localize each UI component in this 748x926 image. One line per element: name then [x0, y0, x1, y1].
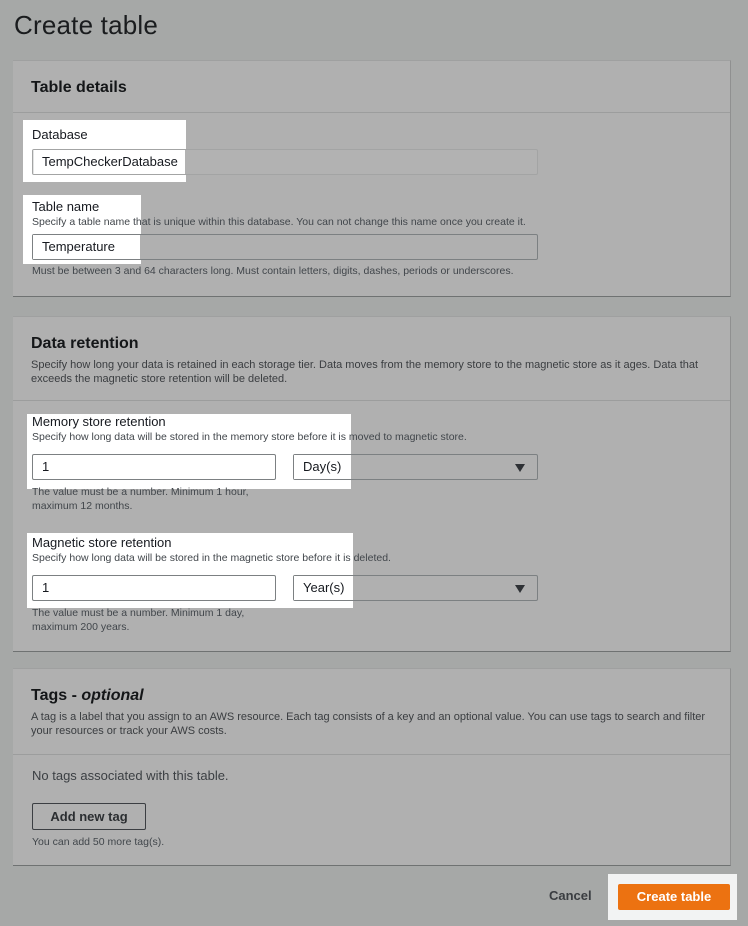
tags-title-text: Tags - — [31, 687, 82, 704]
tags-empty-text: No tags associated with this table. — [32, 768, 229, 783]
table-name-value: Temperature — [42, 239, 115, 254]
tags-description: A tag is a label that you assign to an A… — [31, 711, 706, 737]
caret-down-icon — [515, 585, 525, 593]
magnetic-store-label: Magnetic store retention — [32, 535, 172, 550]
memory-store-hint-line2: maximum 12 months. — [32, 500, 133, 512]
magnetic-store-value-input[interactable]: 1 — [32, 575, 276, 601]
data-retention-title: Data retention — [31, 335, 139, 352]
table-name-label: Table name — [32, 199, 100, 214]
magnetic-store-hint: The value must be a number. Minimum 1 da… — [32, 606, 244, 634]
magnetic-store-unit-select[interactable]: Year(s) — [293, 575, 538, 601]
magnetic-store-hint-line2: maximum 200 years. — [32, 621, 130, 633]
memory-store-hint-line1: The value must be a number. Minimum 1 ho… — [32, 486, 249, 498]
database-value: TempCheckerDatabase — [42, 154, 178, 169]
memory-store-hint: The value must be a number. Minimum 1 ho… — [32, 485, 249, 513]
table-details-header: Table details — [13, 61, 730, 113]
magnetic-store-description: Specify how long data will be stored in … — [32, 552, 391, 564]
memory-store-unit: Day(s) — [303, 459, 342, 474]
tags-remaining-text: You can add 50 more tag(s). — [32, 836, 165, 848]
table-name-constraint: Must be between 3 and 64 characters long… — [32, 265, 514, 277]
database-label: Database — [32, 127, 88, 142]
cancel-button[interactable]: Cancel — [549, 888, 592, 903]
magnetic-store-hint-line1: The value must be a number. Minimum 1 da… — [32, 607, 245, 619]
caret-down-icon — [515, 464, 525, 472]
magnetic-store-value: 1 — [42, 580, 50, 595]
tags-title: Tags - optional — [31, 687, 712, 705]
memory-store-value: 1 — [42, 459, 50, 474]
add-new-tag-button[interactable]: Add new tag — [32, 803, 146, 830]
magnetic-store-unit: Year(s) — [303, 580, 345, 595]
page-title: Create table — [14, 10, 159, 40]
data-retention-description: Specify how long your data is retained i… — [31, 359, 699, 385]
table-name-description: Specify a table name that is unique with… — [32, 216, 526, 228]
create-table-button[interactable]: Create table — [618, 884, 730, 910]
table-details-title: Table details — [31, 79, 127, 96]
data-retention-header: Data retention Specify how long your dat… — [13, 317, 730, 401]
memory-store-label: Memory store retention — [32, 414, 166, 429]
memory-store-unit-select[interactable]: Day(s) — [293, 454, 538, 480]
memory-store-description: Specify how long data will be stored in … — [32, 431, 467, 443]
tags-title-optional: optional — [81, 687, 144, 704]
tags-header: Tags - optional A tag is a label that yo… — [13, 669, 730, 755]
memory-store-value-input[interactable]: 1 — [32, 454, 276, 480]
